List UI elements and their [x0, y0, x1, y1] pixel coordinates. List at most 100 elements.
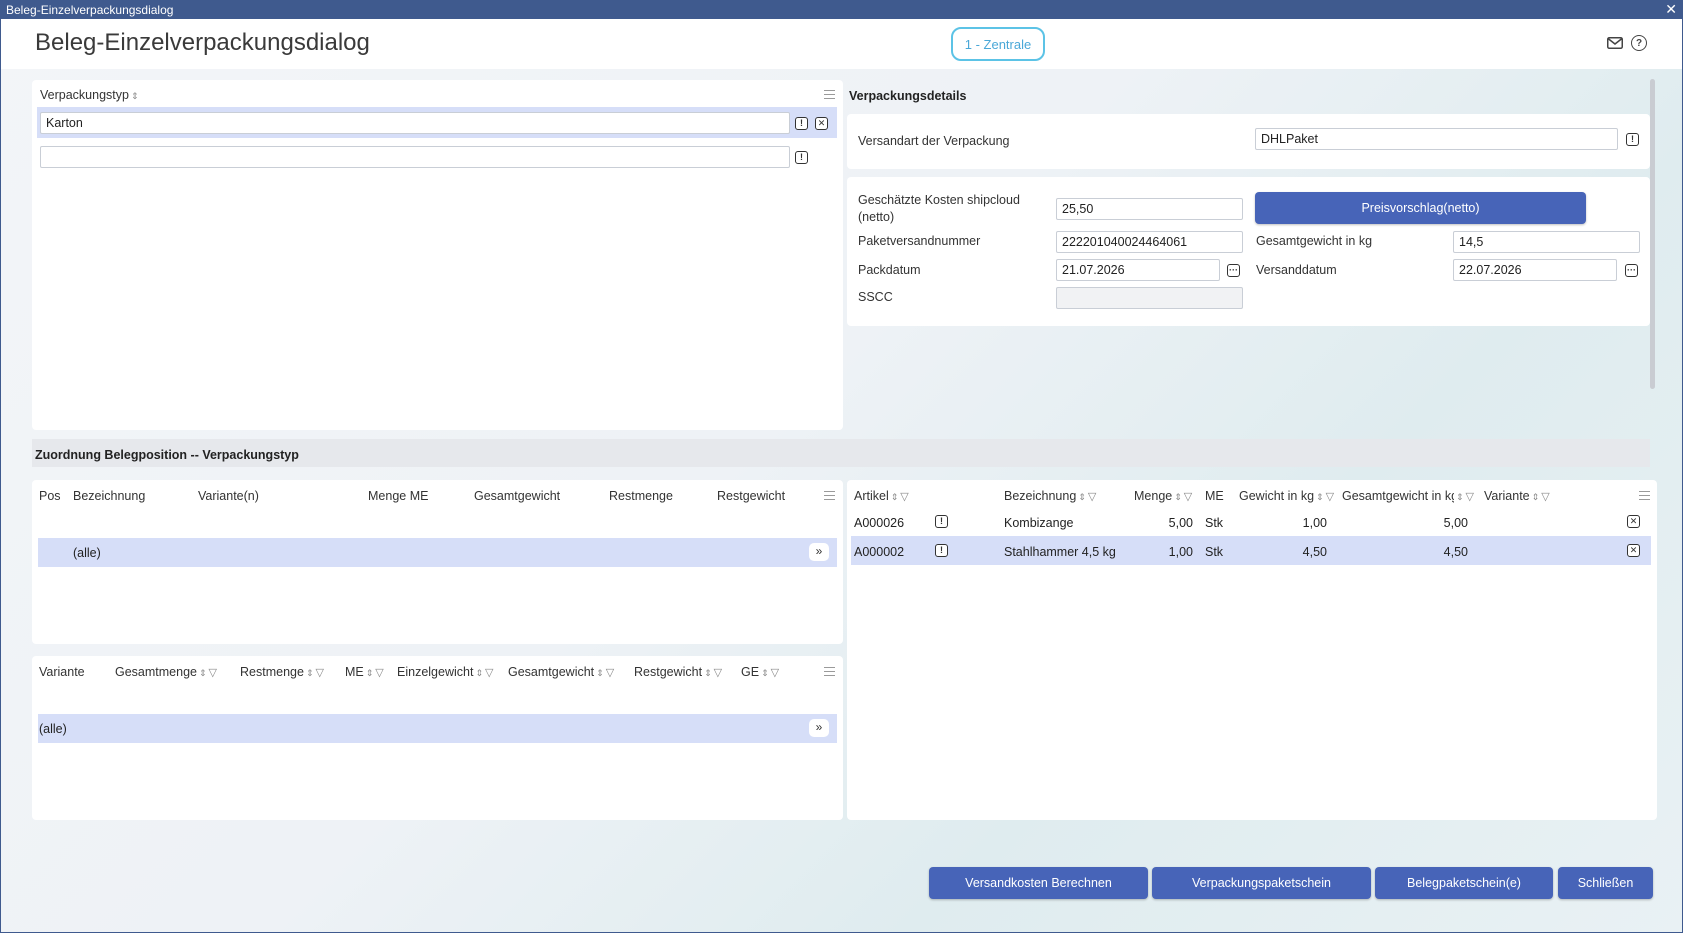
col-gesamtgewicht-sort[interactable]: ⇕ ▽ [1454, 489, 1475, 503]
verpackungstyp-column-header[interactable]: Verpackungstyp ⇕ [40, 88, 139, 102]
filter-icon: ▽ [900, 491, 909, 503]
col-bezeichnung[interactable]: Bezeichnung [73, 489, 145, 503]
table-row[interactable] [38, 538, 837, 567]
col-pos[interactable]: Pos [39, 489, 61, 503]
positions-table: Pos Bezeichnung Variante(n) Menge ME Ges… [32, 480, 843, 644]
filter-icon: ▽ [605, 667, 615, 679]
col-restgewicht[interactable]: Restgewicht [717, 489, 785, 503]
info-icon[interactable]: ! [795, 117, 808, 130]
col-ge[interactable]: GE ⇕ ▽ [741, 665, 779, 679]
versandkosten-berechnen-button[interactable]: Versandkosten Berechnen [929, 867, 1148, 899]
filter-icon: ▽ [770, 667, 780, 679]
filter-icon: ▽ [1325, 491, 1335, 503]
col-einzelgewicht[interactable]: Einzelgewicht ⇕ ▽ [397, 665, 493, 679]
verpackungsdetails-title: Verpackungsdetails [849, 89, 967, 103]
col-variante[interactable]: Variante ⇕ ▽ [1484, 489, 1550, 503]
gewicht-field[interactable]: 14,5 [1453, 231, 1640, 253]
artikel-table: Artikel ⇕ ▽ Bezeichnung ⇕ ▽ Menge ⇕ ▽ ME Gewic… [847, 480, 1657, 820]
col-gewicht[interactable]: Gewicht in kg ⇕ ▽ [1239, 489, 1334, 503]
cell-me: Stk [1205, 545, 1224, 559]
remove-icon[interactable]: ✕ [1627, 515, 1640, 528]
packdatum-label: Packdatum [858, 263, 921, 277]
cell-gesamtgewicht: 4,50 [1443, 545, 1468, 559]
col-me[interactable]: ME ⇕ ▽ [345, 665, 384, 679]
remove-icon[interactable]: ✕ [1627, 544, 1640, 557]
filter-icon: ▽ [1541, 491, 1550, 503]
info-icon[interactable]: ! [935, 515, 948, 528]
mail-icon[interactable] [1607, 35, 1623, 51]
varianten-table: Variante Gesamtmenge ⇕ ▽ Restmenge ⇕ ▽ ME ⇕ ▽ … [32, 656, 843, 820]
filter-icon: ▽ [208, 667, 217, 679]
info-icon[interactable]: ! [795, 151, 808, 164]
page-title: Beleg-Einzelverpackungsdialog [35, 29, 370, 56]
verpackungspaketschein-button[interactable]: Verpackungspaketschein [1152, 867, 1371, 899]
filter-icon: ▽ [1087, 491, 1097, 503]
col-gesamtmenge[interactable]: Gesamtmenge ⇕ ▽ [115, 665, 217, 679]
col-restmenge[interactable]: Restmenge ⇕ ▽ [240, 665, 324, 679]
verpackungstyp-panel: Verpackungstyp ⇕ Karton ! ✕ ! [32, 80, 843, 430]
filter-icon: ▽ [1183, 491, 1193, 503]
info-icon[interactable]: ! [1626, 133, 1639, 146]
belegpaketschein-button[interactable]: Belegpaketschein(e) [1375, 867, 1553, 899]
cell-menge: 5,00 [1168, 516, 1193, 530]
verpackungstyp-field-2[interactable] [40, 146, 790, 168]
calendar-picker-icon[interactable]: ··· [1227, 264, 1240, 277]
kosten-field[interactable]: 25,50 [1056, 198, 1243, 220]
sscc-field [1056, 287, 1243, 309]
cell-artikel: A000026 [854, 516, 905, 530]
help-icon[interactable]: ? [1631, 35, 1647, 51]
col-gesamtgewicht[interactable]: Gesamtgewicht in kg [1342, 489, 1472, 503]
sort-icon: ⇕ [130, 91, 139, 101]
col-varianten[interactable]: Variante(n) [198, 489, 259, 503]
col-restgewicht[interactable]: Restgewicht ⇕ ▽ [634, 665, 722, 679]
cell-menge: 1,00 [1168, 545, 1193, 559]
expand-icon[interactable]: » [809, 719, 829, 737]
column-menu-icon[interactable] [824, 491, 835, 500]
col-artikel[interactable]: Artikel ⇕ ▽ [854, 489, 909, 503]
details-scrollbar[interactable] [1650, 79, 1655, 389]
cell-bezeichnung: Stahlhammer 4,5 kg [1004, 545, 1116, 559]
col-gesamtgewicht[interactable]: Gesamtgewicht [474, 489, 560, 503]
table-row[interactable] [38, 714, 837, 743]
row-bezeichnung: (alle) [73, 546, 101, 560]
column-menu-icon[interactable] [824, 667, 835, 676]
clear-icon[interactable]: ✕ [815, 117, 828, 130]
col-me[interactable]: ME [1205, 489, 1224, 503]
kosten-card: Geschätzte Kosten shipcloud (netto) 25,5… [847, 177, 1650, 326]
verpackungstyp-field-1[interactable]: Karton [40, 112, 790, 134]
filter-icon: ▽ [315, 667, 324, 679]
column-menu-icon[interactable] [1639, 491, 1650, 500]
info-icon[interactable]: ! [935, 544, 948, 557]
versanddatum-field[interactable]: 22.07.2026 [1453, 259, 1617, 281]
dialog-header: Beleg-Einzelverpackungsdialog 1 - Zentra… [1, 19, 1682, 69]
versandart-field[interactable]: DHLPaket [1255, 128, 1618, 150]
col-restmenge[interactable]: Restmenge [609, 489, 673, 503]
location-badge[interactable]: 1 - Zentrale [951, 27, 1045, 61]
versanddatum-label: Versanddatum [1256, 263, 1337, 277]
window-title: Beleg-Einzelverpackungsdialog [6, 2, 174, 17]
column-menu-icon[interactable] [824, 90, 835, 99]
row-variante: (alle) [39, 722, 67, 736]
cell-gesamtgewicht: 5,00 [1443, 516, 1468, 530]
dialog-window: Beleg-Einzelverpackungsdialog 1 - Zentra… [0, 19, 1683, 933]
table-row-selected[interactable] [851, 536, 1651, 565]
versandart-label: Versandart der Verpackung [858, 134, 1010, 148]
preisvorschlag-button[interactable]: Preisvorschlag(netto) [1255, 192, 1586, 224]
window-close-icon[interactable]: ✕ [1665, 1, 1677, 18]
cell-artikel: A000002 [854, 545, 905, 559]
col-gesamtgewicht[interactable]: Gesamtgewicht ⇕ ▽ [508, 665, 614, 679]
cell-gewicht: 4,50 [1302, 545, 1327, 559]
expand-icon[interactable]: » [809, 543, 829, 561]
paketnummer-field[interactable]: 222201040024464061 [1056, 231, 1243, 253]
col-menge[interactable]: Menge ⇕ ▽ [1134, 489, 1192, 503]
col-bezeichnung[interactable]: Bezeichnung ⇕ ▽ [1004, 489, 1096, 503]
versandart-card: Versandart der Verpackung DHLPaket ! [847, 114, 1650, 169]
calendar-picker-icon[interactable]: ··· [1625, 264, 1638, 277]
table-row[interactable] [851, 507, 1651, 536]
kosten-label: Geschätzte Kosten shipcloud (netto) [858, 193, 1020, 224]
schliessen-button[interactable]: Schließen [1558, 867, 1653, 899]
col-menge-me[interactable]: Menge ME [368, 489, 428, 503]
filter-icon: ▽ [484, 667, 494, 679]
packdatum-field[interactable]: 21.07.2026 [1056, 259, 1220, 281]
col-variante[interactable]: Variante [39, 665, 85, 679]
